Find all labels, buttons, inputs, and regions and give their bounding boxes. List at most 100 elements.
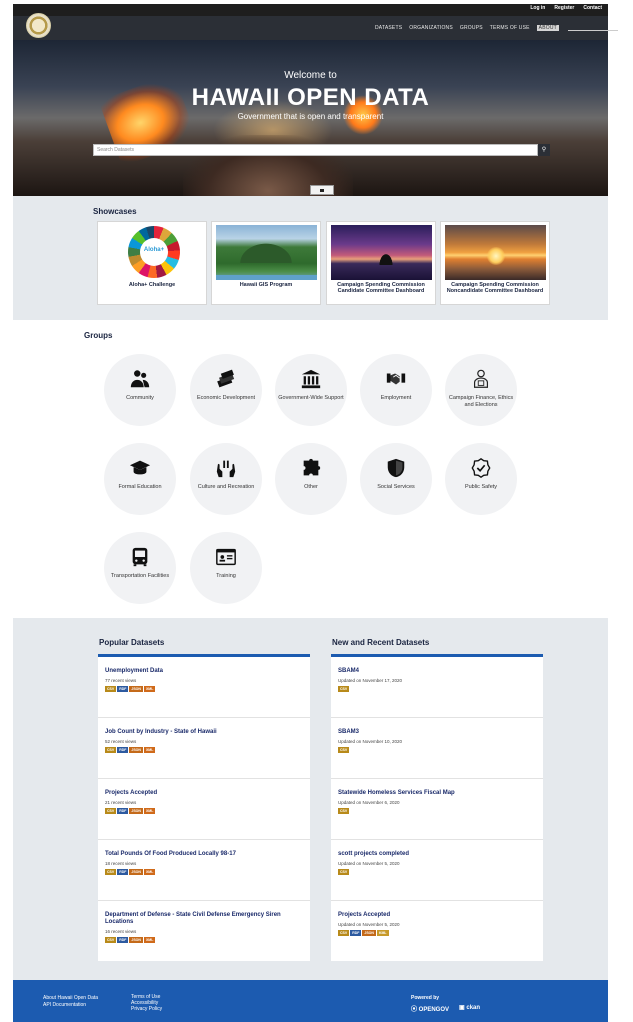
group-label: Transportation Facilities [110, 573, 170, 579]
search-button[interactable]: ⚲ [538, 144, 550, 156]
dataset-list-item[interactable]: SBAM4 Updated on November 17, 2020 CSV [331, 657, 543, 718]
dataset-list-item[interactable]: Department of Defense - State Civil Defe… [98, 901, 310, 962]
group-label: Campaign Finance, Ethics and Elections [448, 395, 514, 408]
dataset-list-item[interactable]: Unemployment Data 77 recent views CSV RD… [98, 657, 310, 718]
group-training[interactable]: Training [190, 532, 262, 604]
format-badge[interactable]: CSV [338, 808, 350, 814]
format-badge[interactable]: CSV [338, 869, 350, 875]
format-badge[interactable]: RDF [350, 930, 362, 936]
showcase-card[interactable]: Hawaii GIS Program [211, 221, 321, 305]
group-label: Training [216, 573, 236, 579]
format-badge[interactable]: CSV [338, 686, 350, 692]
group-employment[interactable]: Employment [360, 354, 432, 426]
group-campaign-finance[interactable]: Campaign Finance, Ethics and Elections [445, 354, 517, 426]
group-government[interactable]: Government-Wide Support [275, 354, 347, 426]
format-badge[interactable]: JSON [129, 937, 143, 943]
format-badge[interactable]: XML [143, 869, 156, 875]
powered-by-logos: ⦿ OPENGOV ▣ ckan [411, 1004, 480, 1013]
format-badge[interactable]: RDF [117, 869, 129, 875]
nav-terms[interactable]: TERMS OF USE [490, 25, 530, 31]
nav-search-input[interactable]: ⚲ [568, 21, 618, 31]
group-economic-development[interactable]: Economic Development [190, 354, 262, 426]
login-link[interactable]: Log in [530, 5, 545, 11]
format-badge[interactable]: CSV [105, 869, 117, 875]
group-culture-recreation[interactable]: Culture and Recreation [190, 443, 262, 515]
powered-by-label: Powered by [411, 995, 440, 1001]
dataset-title[interactable]: Department of Defense - State Civil Defe… [105, 912, 304, 926]
dataset-title[interactable]: Unemployment Data [105, 668, 304, 675]
nav-links: DATASETS ORGANIZATIONS GROUPS TERMS OF U… [375, 25, 559, 31]
format-badge[interactable]: CSV [338, 747, 350, 753]
nav-datasets[interactable]: DATASETS [375, 25, 402, 31]
format-badge[interactable]: JSON [129, 869, 143, 875]
footer-api-link[interactable]: API Documentation [43, 1002, 86, 1008]
showcase-card[interactable]: Campaign Spending Commission Noncandidat… [440, 221, 550, 305]
dataset-title[interactable]: SBAM3 [338, 729, 537, 736]
dataset-title[interactable]: scott projects completed [338, 851, 537, 858]
group-transportation[interactable]: Transportation Facilities [104, 532, 176, 604]
money-icon [217, 369, 235, 388]
nav-groups[interactable]: GROUPS [460, 25, 483, 31]
format-badge[interactable]: JSON [129, 686, 143, 692]
format-badge[interactable]: XML [143, 747, 156, 753]
state-seal-logo[interactable] [26, 13, 51, 38]
format-badges: CSV RDF JSON XML [105, 747, 156, 753]
contact-link[interactable]: Contact [583, 5, 602, 11]
format-badge[interactable]: JSON [129, 747, 143, 753]
dataset-title[interactable]: Statewide Homeless Services Fiscal Map [338, 790, 537, 797]
format-badge[interactable]: RDF [117, 937, 129, 943]
group-public-safety[interactable]: Public Safety [445, 443, 517, 515]
nav-about[interactable]: ABOUT [536, 25, 559, 31]
footer-about-link[interactable]: About Hawaii Open Data [43, 995, 98, 1001]
group-other[interactable]: Other [275, 443, 347, 515]
ckan-logo-text: ckan [466, 1005, 481, 1011]
dataset-list-item[interactable]: SBAM3 Updated on November 10, 2020 CSV [331, 718, 543, 779]
format-badge[interactable]: XML [143, 808, 156, 814]
format-badge[interactable]: RDF [117, 747, 129, 753]
nav-organizations[interactable]: ORGANIZATIONS [409, 25, 453, 31]
showcase-label: Campaign Spending Commission Candidate C… [337, 282, 425, 294]
noncandidate-dashboard-image [445, 225, 546, 280]
dataset-title[interactable]: Job Count by Industry - State of Hawaii [105, 729, 304, 736]
dataset-list-item[interactable]: Total Pounds Of Food Produced Locally 98… [98, 840, 310, 901]
register-link[interactable]: Register [554, 5, 574, 11]
format-badge[interactable]: RDF [117, 808, 129, 814]
opengov-logo[interactable]: ⦿ OPENGOV [411, 1004, 449, 1013]
dataset-list-item[interactable]: Statewide Homeless Services Fiscal Map U… [331, 779, 543, 840]
dataset-list-item[interactable]: Projects Accepted Updated on November 5,… [331, 901, 543, 962]
format-badge[interactable]: XML [143, 937, 156, 943]
format-badge[interactable]: RDF [117, 686, 129, 692]
hero-title: HAWAII OPEN DATA [191, 84, 430, 111]
dataset-search-input[interactable]: Search Datasets [93, 144, 538, 156]
showcase-card[interactable]: Campaign Spending Commission Candidate C… [326, 221, 436, 305]
group-social-services[interactable]: Social Services [360, 443, 432, 515]
format-badge[interactable]: CSV [338, 930, 350, 936]
dataset-list-item[interactable]: Job Count by Industry - State of Hawaii … [98, 718, 310, 779]
search-icon[interactable]: ⚲ [613, 21, 617, 28]
dataset-title[interactable]: Total Pounds Of Food Produced Locally 98… [105, 851, 304, 858]
dataset-title[interactable]: Projects Accepted [338, 912, 537, 919]
showcase-card[interactable]: Aloha+ Aloha+ Challenge [97, 221, 207, 305]
group-community[interactable]: Community [104, 354, 176, 426]
format-badge[interactable]: XML [143, 686, 156, 692]
format-badge[interactable]: CSV [105, 747, 117, 753]
footer-privacy-link[interactable]: Privacy Policy [131, 1006, 162, 1012]
dataset-list-item[interactable]: scott projects completed Updated on Nove… [331, 840, 543, 901]
carousel-pause-button[interactable] [310, 185, 334, 195]
format-badge[interactable]: KML [376, 930, 389, 936]
format-badge[interactable]: CSV [105, 937, 117, 943]
dataset-list-item[interactable]: Projects Accepted 21 recent views CSV RD… [98, 779, 310, 840]
aloha-logo-text: Aloha+ [143, 247, 165, 253]
bus-icon [132, 547, 148, 567]
dataset-updated: Updated on November 5, 2020 [338, 922, 400, 927]
ckan-logo[interactable]: ▣ ckan [459, 1004, 480, 1013]
dataset-title[interactable]: SBAM4 [338, 668, 537, 675]
format-badge[interactable]: JSON [129, 808, 143, 814]
showcase-label: Campaign Spending Commission Noncandidat… [446, 282, 544, 294]
account-bar: Log in Register Contact [13, 4, 608, 16]
format-badge[interactable]: CSV [105, 686, 117, 692]
dataset-title[interactable]: Projects Accepted [105, 790, 304, 797]
format-badge[interactable]: CSV [105, 808, 117, 814]
group-formal-education[interactable]: Formal Education [104, 443, 176, 515]
format-badge[interactable]: JSON [362, 930, 376, 936]
